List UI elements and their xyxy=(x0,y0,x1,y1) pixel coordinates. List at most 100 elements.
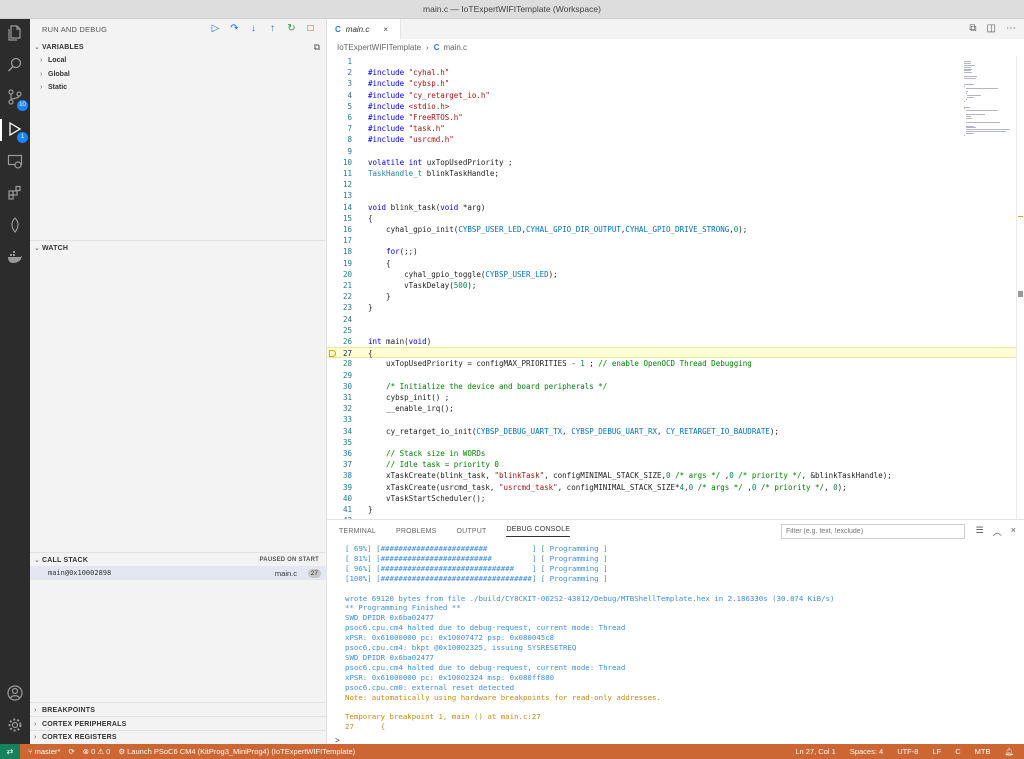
line-number: 7 xyxy=(347,124,352,134)
code-line[interactable]: 25 xyxy=(327,325,1017,336)
problems-status[interactable]: ⊗ 0 ⚠ 0 xyxy=(83,747,111,756)
code-line[interactable]: 31 cybsp_init() ; xyxy=(327,392,1017,403)
code-line[interactable]: 23} xyxy=(327,302,1017,313)
code-line[interactable]: 2 #include "cyhal.h" xyxy=(327,67,1017,78)
code-line[interactable]: 30 /* Initialize the device and board pe… xyxy=(327,381,1017,392)
tab-problems[interactable]: PROBLEMS xyxy=(396,528,437,535)
variables-static[interactable]: › Static xyxy=(40,81,67,94)
encoding-status[interactable]: UTF-8 xyxy=(897,747,918,756)
tab-debug-console[interactable]: DEBUG CONSOLE xyxy=(506,526,571,537)
code-line[interactable]: 15 { xyxy=(327,213,1017,224)
code-line[interactable]: 34 cy_retarget_io_init(CYBSP_DEBUG_UART_… xyxy=(327,426,1017,437)
code-line[interactable]: 1 xyxy=(327,56,1017,67)
code-line[interactable]: 4 #include "cy_retarget_io.h" xyxy=(327,90,1017,101)
close-icon[interactable]: × xyxy=(383,25,388,34)
console-filter-input[interactable] xyxy=(781,524,965,539)
close-icon[interactable]: × xyxy=(1011,525,1016,538)
code-line[interactable]: 12 xyxy=(327,179,1017,190)
call-stack-section-header[interactable]: ⌄ CALL STACK PAUSED ON START xyxy=(30,553,327,567)
code-line[interactable]: 13 xyxy=(327,190,1017,201)
cortex-registers-section-header[interactable]: › CORTEX REGISTERS xyxy=(30,730,327,744)
language-status[interactable]: C xyxy=(955,747,960,756)
code-line[interactable]: 35 xyxy=(327,437,1017,448)
collapse-all-icon[interactable]: ⧉ xyxy=(314,42,320,53)
code-line[interactable]: 28 uxTopUsedPriority = configMAX_PRIORIT… xyxy=(327,358,1017,369)
open-changes-icon[interactable]: ⧉ xyxy=(969,23,976,34)
continue-icon[interactable]: ▷ xyxy=(210,23,221,35)
code-line[interactable]: 38 xTaskCreate(blink_task, "blinkTask", … xyxy=(327,470,1017,481)
code-line[interactable]: 22 } xyxy=(327,291,1017,302)
search-icon[interactable] xyxy=(6,57,24,75)
code-line[interactable]: 16 cyhal_gpio_init(CYBSP_USER_LED,CYHAL_… xyxy=(327,224,1017,235)
tab-main-c[interactable]: C main.c × xyxy=(327,19,401,39)
code-line[interactable]: 7 #include "task.h" xyxy=(327,123,1017,134)
step-over-icon[interactable]: ↷ xyxy=(229,23,240,35)
code-line[interactable]: 24 xyxy=(327,314,1017,325)
variables-local[interactable]: › Local xyxy=(40,54,66,67)
code-line[interactable]: 19 { xyxy=(327,258,1017,269)
code-line[interactable]: 18 for(;;) xyxy=(327,246,1017,257)
launch-config-status[interactable]: ⚙ Launch PSoC6 CM4 (KitProg3_MiniProg4) … xyxy=(118,747,355,756)
minimap[interactable] xyxy=(964,59,1014,139)
code-line[interactable]: 9 xyxy=(327,146,1017,157)
step-out-icon[interactable]: ↑ xyxy=(267,23,278,35)
files-icon[interactable] xyxy=(6,25,24,43)
variables-global[interactable]: › Global xyxy=(40,68,70,81)
branch-status[interactable]: ⑂ master* xyxy=(28,747,60,756)
sync-icon[interactable]: ⟳ xyxy=(68,747,74,756)
code-line[interactable]: 41} xyxy=(327,504,1017,515)
code-line[interactable]: 20 cyhal_gpio_toggle(CYBSP_USER_LED); xyxy=(327,269,1017,280)
step-into-icon[interactable]: ↓ xyxy=(248,23,259,35)
current-line[interactable]: 27{ xyxy=(327,347,1017,359)
variables-section-header[interactable]: ⌄ VARIABLES xyxy=(30,40,327,54)
code-line[interactable]: 14 void blink_task(void *arg) xyxy=(327,202,1017,213)
code-line[interactable]: 5 #include <stdio.h> xyxy=(327,101,1017,112)
code-line[interactable]: 6 #include "FreeRTOS.h" xyxy=(327,112,1017,123)
gear-icon[interactable] xyxy=(6,717,24,735)
watch-section-header[interactable]: ⌄ WATCH xyxy=(30,241,327,255)
source-control-icon[interactable]: 10 xyxy=(6,89,28,111)
more-actions-icon[interactable]: ⋯ xyxy=(1006,23,1016,34)
code-line[interactable]: 11 TaskHandle_t blinkTaskHandle; xyxy=(327,168,1017,179)
split-editor-icon[interactable]: ◫ xyxy=(987,23,996,34)
breadcrumb-folder[interactable]: IoTExpertWIFITemplate xyxy=(337,43,421,52)
code-line[interactable]: 21 vTaskDelay(500); xyxy=(327,280,1017,291)
remote-icon[interactable]: ⇄ xyxy=(0,744,20,759)
code-editor[interactable]: 1 2 #include "cyhal.h" 3 #include "cybsp.h" 4… xyxy=(327,56,1017,525)
code-line[interactable]: 36 // Stack size in WORDs xyxy=(327,448,1017,459)
code-line[interactable]: 40 vTaskStartScheduler(); xyxy=(327,493,1017,504)
editor-scrollbar[interactable] xyxy=(1016,56,1024,519)
tab-terminal[interactable]: TERMINAL xyxy=(339,528,376,535)
extensions-icon[interactable] xyxy=(6,185,24,203)
code-line[interactable]: 8 #include "usrcmd.h" xyxy=(327,134,1017,145)
indentation-status[interactable]: Spaces: 4 xyxy=(850,747,883,756)
code-line[interactable]: 33 xyxy=(327,414,1017,425)
tab-output[interactable]: OUTPUT xyxy=(457,528,487,535)
leaf-icon[interactable] xyxy=(6,217,24,235)
code-line[interactable]: 10 volatile int uxTopUsedPriority ; xyxy=(327,157,1017,168)
toolchain-status[interactable]: MTB xyxy=(975,747,991,756)
run-debug-icon[interactable]: 1 xyxy=(6,121,28,143)
restart-icon[interactable]: ↻ xyxy=(286,23,297,35)
breakpoints-section-header[interactable]: › BREAKPOINTS xyxy=(30,703,327,717)
code-line[interactable]: 26 int main(void) xyxy=(327,336,1017,347)
maximize-panel-icon[interactable]: ︿ xyxy=(993,525,1002,538)
breadcrumb-file[interactable]: main.c xyxy=(443,43,467,52)
code-line[interactable]: 32 __enable_irq(); xyxy=(327,403,1017,414)
code-line[interactable]: 29 xyxy=(327,370,1017,381)
stop-icon[interactable]: □ xyxy=(305,23,316,35)
code-line[interactable]: 17 xyxy=(327,235,1017,246)
code-line[interactable]: 3 #include "cybsp.h" xyxy=(327,78,1017,89)
scrollbar-thumb[interactable] xyxy=(1018,291,1023,297)
call-stack-frame[interactable]: main@0x10002898 main.c 27 xyxy=(30,566,327,580)
code-line[interactable]: 39 xTaskCreate(usrcmd_task, "usrcmd_task… xyxy=(327,482,1017,493)
code-line[interactable]: 37 // Idle task = priority 0 xyxy=(327,459,1017,470)
notifications-icon[interactable]: 🔔︎ xyxy=(1004,747,1014,756)
eol-status[interactable]: LF xyxy=(932,747,941,756)
remote-explorer-icon[interactable] xyxy=(6,153,24,171)
cortex-peripherals-section-header[interactable]: › CORTEX PERIPHERALS xyxy=(30,717,327,731)
account-icon[interactable] xyxy=(6,685,24,703)
docker-icon[interactable] xyxy=(6,249,24,267)
cursor-position[interactable]: Ln 27, Col 1 xyxy=(795,747,835,756)
clear-console-icon[interactable]: ☰ xyxy=(976,525,984,538)
